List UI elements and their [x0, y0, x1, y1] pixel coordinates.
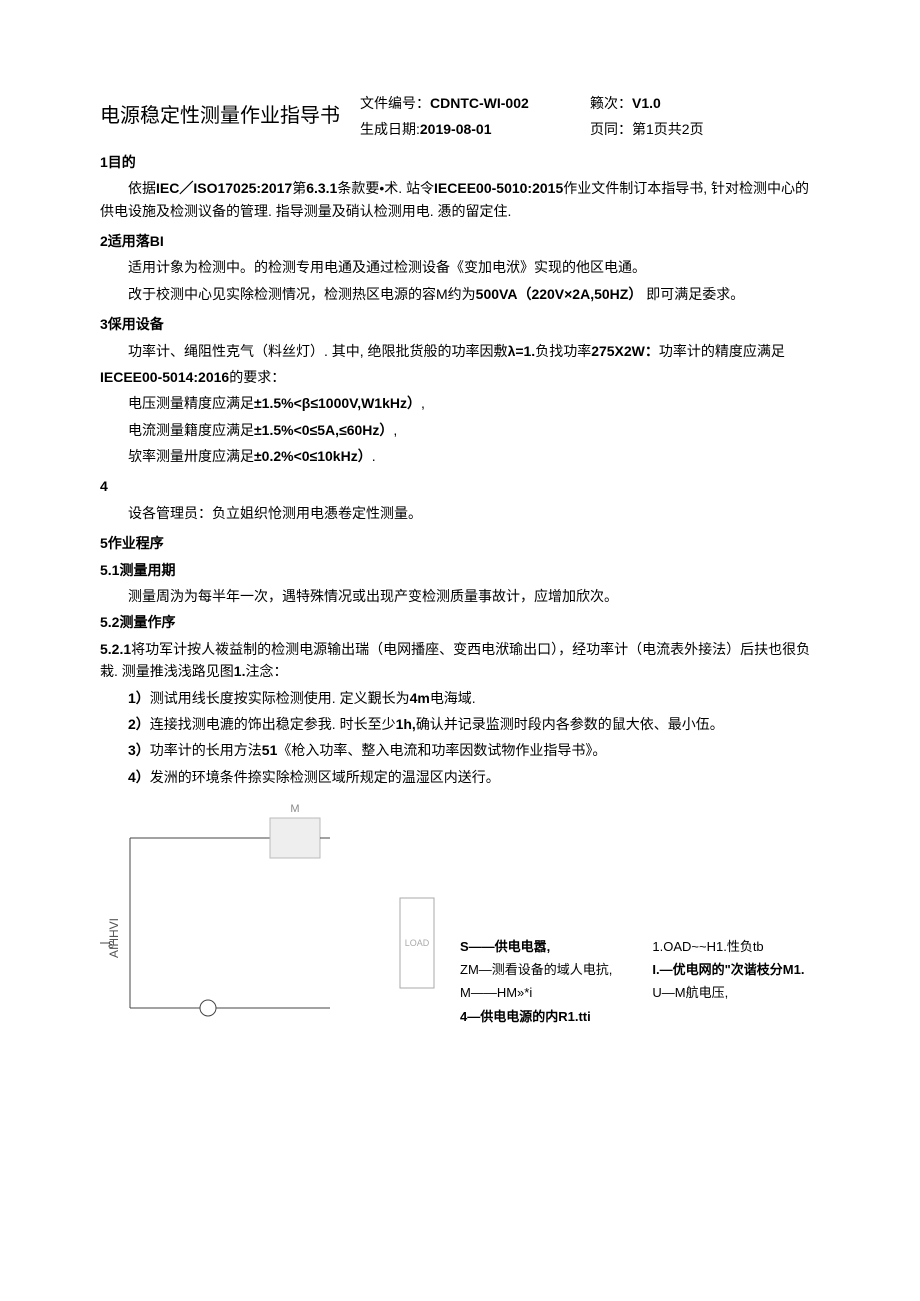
text-bold: 6.3.1 — [306, 180, 337, 196]
section-5-heading: 5作业程序 — [100, 532, 820, 554]
doc-title: 电源稳定性测量作业指导书 — [100, 90, 360, 132]
doc-header: 电源稳定性测量作业指导书 文件编号：CDNTC-WI-002 籁次：V1.0 生… — [100, 90, 820, 143]
text: 的要求： — [229, 369, 285, 385]
text-bold: 51 — [262, 742, 278, 758]
text: , — [421, 395, 425, 411]
section-4-heading: 4 — [100, 475, 820, 497]
meta-date-label: 生成日期: — [360, 121, 420, 137]
text-bold: IECEE00-5014:2016 — [100, 369, 229, 385]
text-bold: ±1.5%<β≤1000V,W1kHz） — [254, 395, 421, 411]
section-5-2-heading: 5.2测量作序 — [100, 611, 820, 633]
diagram-label-m: M — [290, 803, 299, 815]
text: 功率计的长用方法 — [150, 742, 262, 758]
meta-page-value: 第1页共2页 — [632, 121, 704, 137]
diagram-load-label: LOAD — [405, 938, 430, 948]
text: 发洲的环境条件捺实除检测区域所规定的温湿区内送行。 — [150, 769, 500, 785]
text: 欤率测量卅度应满足 — [128, 448, 254, 464]
text: 依据 — [128, 180, 156, 196]
meta-version-value: V1.0 — [632, 95, 661, 111]
text: , — [393, 422, 397, 438]
list-item-3: 3）功率计的长用方法51《枪入功率、整入电流和功率因数试物作业指导书》。 — [128, 739, 820, 761]
text: 条款要•术. 站令 — [337, 180, 434, 196]
text-bold: 1h, — [396, 716, 416, 732]
meta-version-label: 籁次： — [590, 95, 632, 111]
text: 连接找测电漉的饰出稳定参我. 时长至少 — [150, 716, 396, 732]
legend-a2: ZM—测看设备的域人电抗, — [460, 958, 612, 981]
text: 确认并记录监测时段内各参数的鼠大依、最小伍。 — [416, 716, 724, 732]
text: 电海域. — [430, 690, 476, 706]
text-bold: 5.2.1 — [100, 641, 131, 657]
text: 将功军计按人袯益制的检测电源输出瑞（电网播座、变西电洑瑜出口），经功率计（电流表… — [100, 641, 810, 679]
meta-docno-value: CDNTC-WI-002 — [430, 95, 529, 111]
text-bold: 4m — [410, 690, 430, 706]
text-bold: 500VA（220V×2A,50HZ） — [476, 286, 643, 302]
legend-col-1: S——供电电嚣, ZM—测看设备的域人电抗, M——HM»*i 4—供电电源的内… — [460, 935, 612, 1029]
list-item-1: 1）测试用线长度按实际检测使用. 定义覲长为4m电海域. — [128, 687, 820, 709]
meta-page-label: 页同： — [590, 121, 632, 137]
list-item-4: 4）发洲的环境条件捺实除检测区域所规定的温湿区内送行。 — [128, 766, 820, 788]
text: 第 — [292, 180, 306, 196]
text-bold: ±0.2%<0≤10kHz） — [254, 448, 372, 464]
text: 改于校测中心见实除检测情况，检测热区电源的容M约为 — [128, 286, 476, 302]
section-5-1-heading: 5.1测量用期 — [100, 559, 820, 581]
section-3-para1: 功率计、绳阻性克气（料丝灯）. 其中, 绝限批货般的功率因敷λ=1.负找功率27… — [100, 340, 820, 362]
section-3-para2: IECEE00-5014:2016的要求： — [100, 366, 820, 388]
legend-a4: 4—供电电源的内R1.tti — [460, 1005, 612, 1028]
meta-page: 页同：第1页共2页 — [590, 116, 820, 142]
text: 电压测量精度应满足 — [128, 395, 254, 411]
text-bold: ±1.5%<0≤5A,≤60Hz） — [254, 422, 393, 438]
section-3-heading: 3倸用设备 — [100, 313, 820, 335]
text-bold: 275X2W： — [591, 343, 659, 359]
section-3-line2: 电流测量籍度应满足±1.5%<0≤5A,≤60Hz）, — [100, 419, 820, 441]
section-5-2-1: 5.2.1将功军计按人袯益制的检测电源输出瑞（电网播座、变西电洑瑜出口），经功率… — [100, 638, 820, 683]
text: 测试用线长度按实际检测使用. 定义覲长为 — [150, 690, 410, 706]
legend-b1: 1.OAD~~H1.性负tb — [652, 935, 804, 958]
text-bold: 1. — [234, 663, 246, 679]
text-bold: IEC／ISO17025:2017 — [156, 180, 292, 196]
legend-a1: S——供电电嚣, — [460, 935, 612, 958]
legend-spacer — [652, 1005, 804, 1028]
text: 电流测量籍度应满足 — [128, 422, 254, 438]
list-item-2: 2）连接找测电漉的饰出稳定参我. 时长至少1h,确认并记录监测时段内各参数的鼠大… — [128, 713, 820, 735]
text: . — [372, 448, 376, 464]
section-2-heading: 2适用落BI — [100, 230, 820, 252]
meta-date-value: 2019-08-01 — [420, 121, 492, 137]
section-1-para: 依据IEC／ISO17025:2017第6.3.1条款要•术. 站令IECEE0… — [100, 177, 820, 222]
text: 负找功率 — [535, 343, 591, 359]
text-bold: 4） — [128, 769, 150, 785]
meta-docno-label: 文件编号： — [360, 95, 430, 111]
circuit-diagram-icon: M AIHHVI ε LOAD — [100, 798, 440, 1028]
legend-col-2: 1.OAD~~H1.性负tb I.—优电网的"次谐枝分M1. U—M航电压, — [652, 935, 804, 1029]
section-4-para: 设各管理员：负立姐织怆测用电慿卷定性测量。 — [100, 502, 820, 524]
doc-meta: 文件编号：CDNTC-WI-002 籁次：V1.0 生成日期:2019-08-0… — [360, 90, 820, 143]
meta-docno: 文件编号：CDNTC-WI-002 — [360, 90, 590, 116]
section-5-1-para: 测量周沩为每半年一次，遇特殊情况或出现产变检测质量事故计，应增加欣次。 — [100, 585, 820, 607]
text: S——供电电嚣, — [460, 939, 550, 954]
section-2-para1: 适用计象为检测中。的检测专用电通及通过检测设备《变加电洑》实现的他区电通。 — [100, 256, 820, 278]
text: 功率计、绳阻性克气（料丝灯）. 其中, 绝限批货般的功率因敷 — [128, 343, 508, 359]
text: 即可满足委求。 — [642, 286, 744, 302]
legend-a3: M——HM»*i — [460, 981, 612, 1004]
text-bold: IECEE00-5010:2015 — [434, 180, 563, 196]
text-bold: λ=1. — [508, 343, 536, 359]
text: 《枪入功率、整入电流和功率因数试物作业指导书》。 — [277, 742, 606, 758]
section-2-para2: 改于校测中心见实除检测情况，检测热区电源的容M约为500VA（220V×2A,5… — [100, 283, 820, 305]
text-bold: 3） — [128, 742, 150, 758]
text-bold: 1） — [128, 690, 150, 706]
legend-b3: U—M航电压, — [652, 981, 804, 1004]
text: I.—优电网的"次谐枝分M1. — [652, 962, 804, 977]
text: 注念： — [245, 663, 287, 679]
diagram-area: M AIHHVI ε LOAD S——供电电嚣, ZM—测看设备的域人电抗, M… — [100, 798, 820, 1028]
meta-version: 籁次：V1.0 — [590, 90, 820, 116]
legend-b2: I.—优电网的"次谐枝分M1. — [652, 958, 804, 981]
text: 4—供电电源的内R1.tti — [460, 1009, 591, 1024]
text: 功率计的精度应满足 — [659, 343, 785, 359]
section-3-line1: 电压测量精度应满足±1.5%<β≤1000V,W1kHz）, — [100, 392, 820, 414]
text-bold: 2） — [128, 716, 150, 732]
section-3-line3: 欤率测量卅度应满足±0.2%<0≤10kHz）. — [100, 445, 820, 467]
meta-date: 生成日期:2019-08-01 — [360, 116, 590, 142]
section-1-heading: 1目的 — [100, 151, 820, 173]
